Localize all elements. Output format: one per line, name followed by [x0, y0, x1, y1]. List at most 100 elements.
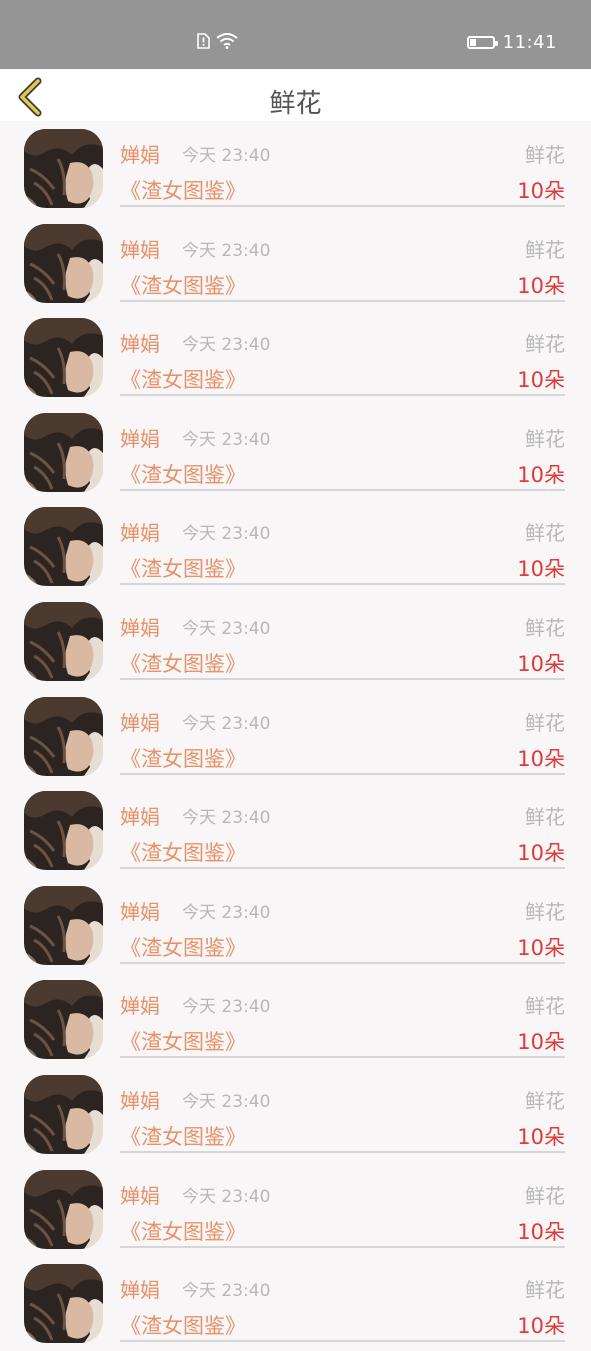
sender-name: 婵娟 — [120, 615, 160, 640]
avatar[interactable] — [24, 1264, 103, 1344]
avatar[interactable] — [24, 507, 103, 587]
avatar[interactable] — [24, 129, 103, 208]
divider — [120, 1056, 565, 1059]
divider — [120, 677, 565, 680]
status-time: 11:41 — [502, 32, 557, 53]
list-item[interactable]: 婵娟 今天 23:40 鲜花 《渣女图鉴》 10朵 — [0, 689, 591, 784]
list-item[interactable]: 婵娟 今天 23:40 鲜花 《渣女图鉴》 10朵 — [0, 499, 591, 594]
divider — [120, 299, 565, 302]
flower-count: 10朵 — [517, 1219, 565, 1244]
list-item[interactable]: 婵娟 今天 23:40 鲜花 《渣女图鉴》 10朵 — [0, 783, 591, 878]
sender-name: 婵娟 — [120, 1183, 160, 1208]
gift-type: 鲜花 — [525, 710, 565, 735]
flower-count: 10朵 — [517, 841, 565, 866]
timestamp: 今天 23:40 — [182, 146, 271, 166]
divider — [120, 961, 565, 964]
sender-name: 婵娟 — [120, 899, 160, 924]
timestamp: 今天 23:40 — [182, 808, 271, 829]
book-title: 《渣女图鉴》 — [120, 1219, 246, 1244]
avatar[interactable] — [24, 980, 103, 1060]
flower-record-list[interactable]: 婵娟 今天 23:40 鲜花 《渣女图鉴》 10朵 婵娟 今天 23:40 鲜花… — [0, 121, 591, 1351]
timestamp: 今天 23:40 — [182, 335, 271, 356]
book-title: 《渣女图鉴》 — [120, 651, 246, 676]
flower-count: 10朵 — [517, 368, 565, 393]
list-item[interactable]: 婵娟 今天 23:40 鲜花 《渣女图鉴》 10朵 — [0, 972, 591, 1067]
sim-alert-icon — [196, 33, 210, 53]
wifi-icon — [216, 33, 238, 53]
flower-count: 10朵 — [517, 651, 565, 676]
gift-type: 鲜花 — [525, 332, 565, 357]
avatar[interactable] — [24, 601, 103, 681]
list-item[interactable]: 婵娟 今天 23:40 鲜花 《渣女图鉴》 10朵 — [0, 1067, 591, 1162]
book-title: 《渣女图鉴》 — [120, 557, 246, 582]
sender-name: 婵娟 — [120, 710, 160, 735]
list-item[interactable]: 婵娟 今天 23:40 鲜花 《渣女图鉴》 10朵 — [0, 1162, 591, 1257]
timestamp: 今天 23:40 — [182, 618, 271, 639]
divider — [120, 205, 565, 207]
divider — [120, 488, 565, 491]
flower-count: 10朵 — [517, 935, 565, 960]
timestamp: 今天 23:40 — [182, 1186, 271, 1207]
book-title: 《渣女图鉴》 — [120, 368, 246, 393]
list-item[interactable]: 婵娟 今天 23:40 鲜花 《渣女图鉴》 10朵 — [0, 1256, 591, 1351]
avatar[interactable] — [24, 1074, 103, 1154]
timestamp: 今天 23:40 — [182, 524, 271, 545]
status-icons — [196, 33, 238, 53]
gift-type: 鲜花 — [525, 805, 565, 830]
list-item[interactable]: 婵娟 今天 23:40 鲜花 《渣女图鉴》 10朵 — [0, 310, 591, 405]
gift-type: 鲜花 — [525, 615, 565, 640]
divider — [120, 583, 565, 586]
avatar[interactable] — [24, 412, 103, 492]
navigation-bar: 鲜花 — [0, 69, 591, 121]
sender-name: 婵娟 — [120, 805, 160, 830]
timestamp: 今天 23:40 — [182, 713, 271, 734]
timestamp: 今天 23:40 — [182, 240, 271, 261]
sender-name: 婵娟 — [120, 332, 160, 357]
flower-count: 10朵 — [517, 1124, 565, 1149]
timestamp: 今天 23:40 — [182, 902, 271, 923]
gift-type: 鲜花 — [525, 237, 565, 262]
gift-type: 鲜花 — [525, 426, 565, 451]
book-title: 《渣女图鉴》 — [120, 1124, 246, 1149]
list-item[interactable]: 婵娟 今天 23:40 鲜花 《渣女图鉴》 10朵 — [0, 216, 591, 311]
sender-name: 婵娟 — [120, 994, 160, 1019]
divider — [120, 772, 565, 775]
book-title: 《渣女图鉴》 — [120, 746, 246, 771]
status-bar: 11:41 — [0, 0, 591, 69]
list-item[interactable]: 婵娟 今天 23:40 鲜花 《渣女图鉴》 10朵 — [0, 121, 591, 216]
flower-count: 10朵 — [517, 746, 565, 771]
list-item[interactable]: 婵娟 今天 23:40 鲜花 《渣女图鉴》 10朵 — [0, 878, 591, 973]
avatar[interactable] — [24, 223, 103, 303]
book-title: 《渣女图鉴》 — [120, 273, 246, 298]
gift-type: 鲜花 — [525, 1278, 565, 1303]
avatar[interactable] — [24, 1169, 103, 1249]
timestamp: 今天 23:40 — [182, 429, 271, 450]
list-item[interactable]: 婵娟 今天 23:40 鲜花 《渣女图鉴》 10朵 — [0, 405, 591, 500]
divider — [120, 1245, 565, 1248]
book-title: 《渣女图鉴》 — [120, 841, 246, 866]
gift-type: 鲜花 — [525, 521, 565, 546]
avatar[interactable] — [24, 696, 103, 776]
avatar[interactable] — [24, 885, 103, 965]
divider — [120, 1150, 565, 1153]
sender-name: 婵娟 — [120, 426, 160, 451]
flower-count: 10朵 — [517, 557, 565, 582]
flower-count: 10朵 — [517, 462, 565, 487]
divider — [120, 867, 565, 870]
timestamp: 今天 23:40 — [182, 997, 271, 1018]
gift-type: 鲜花 — [525, 1088, 565, 1113]
battery-icon — [466, 36, 498, 49]
list-item[interactable]: 婵娟 今天 23:40 鲜花 《渣女图鉴》 10朵 — [0, 594, 591, 689]
gift-type: 鲜花 — [525, 899, 565, 924]
flower-count: 10朵 — [517, 273, 565, 298]
gift-type: 鲜花 — [525, 1183, 565, 1208]
book-title: 《渣女图鉴》 — [120, 935, 246, 960]
page-title: 鲜花 — [269, 89, 322, 119]
flower-count: 10朵 — [517, 179, 565, 203]
sender-name: 婵娟 — [120, 1278, 160, 1303]
gift-type: 鲜花 — [525, 143, 565, 167]
gift-type: 鲜花 — [525, 994, 565, 1019]
avatar[interactable] — [24, 318, 103, 398]
avatar[interactable] — [24, 791, 103, 871]
flower-count: 10朵 — [517, 1314, 565, 1339]
